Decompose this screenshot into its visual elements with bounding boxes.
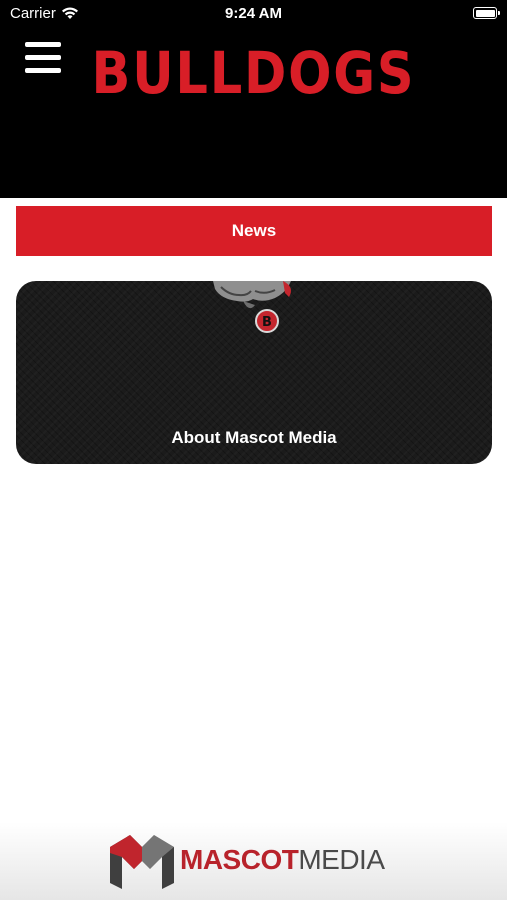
status-bar: Carrier 9:24 AM: [0, 0, 507, 28]
status-time: 9:24 AM: [225, 5, 282, 22]
svg-text:B: B: [262, 315, 272, 330]
logo-text-mascot: MASCOT: [180, 844, 299, 875]
bulldog-mascot-image: B: [213, 281, 291, 333]
footer-brand-bar: MASCOTMEDIA: [0, 822, 507, 900]
logo-text-media: MEDIA: [298, 844, 385, 875]
about-mascot-media-card[interactable]: B About Mascot Media: [16, 281, 492, 464]
app-header: Carrier 9:24 AM BULLDOGS: [0, 0, 507, 198]
news-button[interactable]: News: [16, 206, 492, 256]
about-card-label: About Mascot Media: [171, 428, 337, 447]
mascot-media-m-logo: [110, 835, 174, 889]
battery-icon: [473, 7, 500, 19]
mascot-media-logo-text: MASCOTMEDIA: [180, 844, 385, 876]
app-title: BULLDOGS: [91, 39, 416, 107]
